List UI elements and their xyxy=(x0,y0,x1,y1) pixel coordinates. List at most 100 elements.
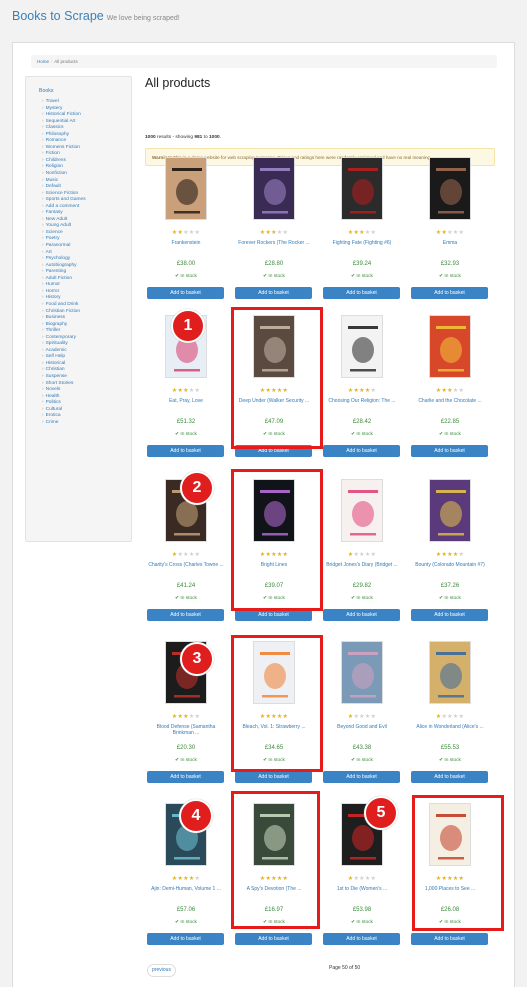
product-price: £51.32 xyxy=(176,419,196,425)
product-title-link[interactable]: Fighting Fate (Fighting #6) xyxy=(322,240,402,246)
results-total: 1000 xyxy=(145,135,156,140)
product-title-link[interactable]: Beyond Good and Evil xyxy=(322,724,402,730)
book-cover-image[interactable] xyxy=(341,157,383,220)
stock-text: In stock xyxy=(444,596,461,601)
add-to-basket-button[interactable]: Add to basket xyxy=(411,933,488,945)
product-price: £57.06 xyxy=(176,907,196,913)
stock-status: ✔ In stock xyxy=(234,274,314,279)
book-cover-image[interactable] xyxy=(429,479,471,542)
product-price: £39.24 xyxy=(352,261,372,267)
star-rating: ★★★★★ xyxy=(146,229,226,236)
highlight-box xyxy=(231,307,323,449)
product-title-link[interactable]: Forever Rockers (The Rocker ... xyxy=(234,240,314,246)
product-title-link[interactable]: Blood Defense (Samantha Brinkman ... xyxy=(146,724,226,737)
star-icon: ★ xyxy=(458,388,465,394)
book-cover-image[interactable] xyxy=(341,315,383,378)
sidebar-category-item[interactable]: Crime xyxy=(42,420,86,427)
product-card: ★★★★★ Charity's Cross (Charles Towne ... £… xyxy=(146,479,226,634)
add-to-basket-button[interactable]: Add to basket xyxy=(323,445,400,457)
stock-text: In stock xyxy=(444,274,461,279)
book-cover-image[interactable] xyxy=(429,315,471,378)
add-to-basket-button[interactable]: Add to basket xyxy=(323,609,400,621)
results-count: 1000 results - showing 981 to 1000. xyxy=(145,135,221,140)
add-to-basket-button[interactable]: Add to basket xyxy=(323,771,400,783)
sidebar-books-link[interactable]: Books xyxy=(39,88,53,95)
star-rating: ★★★★★ xyxy=(410,551,490,558)
stock-status: ✔ In stock xyxy=(322,920,402,925)
star-icon: ★ xyxy=(194,230,201,236)
product-title-link[interactable]: Charity's Cross (Charles Towne ... xyxy=(146,562,226,568)
sidebar-category-item[interactable]: Sports and Games xyxy=(42,197,86,204)
product-title-link[interactable]: Ajin: Demi-Human, Volume 1 ... xyxy=(146,886,226,892)
book-cover-image[interactable] xyxy=(165,157,207,220)
highlight-box xyxy=(412,795,504,931)
star-rating: ★★★★★ xyxy=(322,229,402,236)
product-title-link[interactable]: Eat, Pray, Love xyxy=(146,398,226,404)
book-cover-image[interactable] xyxy=(253,157,295,220)
site-header: Books to Scrape We love being scraped! xyxy=(0,0,527,40)
book-cover-image[interactable] xyxy=(429,157,471,220)
add-to-basket-button[interactable]: Add to basket xyxy=(411,609,488,621)
add-to-basket-button[interactable]: Add to basket xyxy=(411,771,488,783)
stock-text: In stock xyxy=(356,274,373,279)
product-price: £41.24 xyxy=(176,583,196,589)
add-to-basket-button[interactable]: Add to basket xyxy=(235,287,312,299)
add-to-basket-button[interactable]: Add to basket xyxy=(235,771,312,783)
product-card: ★★★★★ Choosing Our Religion: The ... £28.4… xyxy=(322,315,402,470)
previous-page-button[interactable]: previous xyxy=(147,964,176,977)
star-icon: ★ xyxy=(194,552,201,558)
add-to-basket-button[interactable]: Add to basket xyxy=(147,609,224,621)
stock-status: ✔ In stock xyxy=(410,432,490,437)
add-to-basket-button[interactable]: Add to basket xyxy=(147,933,224,945)
star-rating: ★★★★★ xyxy=(146,551,226,558)
brand-link[interactable]: Books to Scrape We love being scraped! xyxy=(12,9,180,23)
stock-text: In stock xyxy=(180,758,197,763)
product-title-link[interactable]: Charlie and the Chocolate ... xyxy=(410,398,490,404)
stock-status: ✔ In stock xyxy=(322,432,402,437)
results-text: results - showing xyxy=(155,135,195,140)
stock-text: In stock xyxy=(180,920,197,925)
product-card: ★★★★★ Bounty (Colorado Mountain #7) £37.26… xyxy=(410,479,490,634)
add-to-basket-button[interactable]: Add to basket xyxy=(323,287,400,299)
add-to-basket-button[interactable]: Add to basket xyxy=(411,287,488,299)
product-title-link[interactable]: Frankenstein xyxy=(146,240,226,246)
add-to-basket-button[interactable]: Add to basket xyxy=(147,771,224,783)
category-sidebar: Books TravelMysteryHistorical FictionSeq… xyxy=(25,76,132,542)
product-price: £37.26 xyxy=(440,583,460,589)
add-to-basket-button[interactable]: Add to basket xyxy=(323,933,400,945)
product-card: ★★★★★ Frankenstein £38.00 ✔ In stock Add to … xyxy=(146,157,226,312)
stock-status: ✔ In stock xyxy=(146,432,226,437)
star-icon: ★ xyxy=(458,552,465,558)
highlight-box xyxy=(231,791,320,929)
add-to-basket-button[interactable]: Add to basket xyxy=(411,445,488,457)
star-icon: ★ xyxy=(370,552,377,558)
add-to-basket-button[interactable]: Add to basket xyxy=(147,287,224,299)
stock-text: In stock xyxy=(356,432,373,437)
star-icon: ★ xyxy=(458,714,465,720)
star-rating: ★★★★★ xyxy=(410,387,490,394)
product-card: ★★★★★ Emma £32.93 ✔ In stock Add to basket xyxy=(410,157,490,312)
product-title-link[interactable]: Bounty (Colorado Mountain #7) xyxy=(410,562,490,568)
star-icon: ★ xyxy=(282,230,289,236)
star-rating: ★★★★★ xyxy=(146,875,226,882)
product-title-link[interactable]: Alice in Wonderland (Alice's ... xyxy=(410,724,490,730)
book-cover-image[interactable] xyxy=(341,641,383,704)
product-price: £28.42 xyxy=(352,419,372,425)
stock-text: In stock xyxy=(356,758,373,763)
product-title-link[interactable]: Choosing Our Religion: The ... xyxy=(322,398,402,404)
product-title-link[interactable]: 1st to Die (Women's ... xyxy=(322,886,402,892)
add-to-basket-button[interactable]: Add to basket xyxy=(147,445,224,457)
book-cover-image[interactable] xyxy=(341,479,383,542)
book-cover-image[interactable] xyxy=(429,641,471,704)
stock-text: In stock xyxy=(180,596,197,601)
annotation-badge: 1 xyxy=(171,309,205,343)
add-to-basket-button[interactable]: Add to basket xyxy=(235,933,312,945)
results-to-text: to xyxy=(202,135,210,140)
sidebar-category-item[interactable]: Historical Fiction xyxy=(42,112,86,119)
product-card: ★★★★★ Charlie and the Chocolate ... £22.85… xyxy=(410,315,490,470)
product-title-link[interactable]: Bridget Jones's Diary (Bridget ... xyxy=(322,562,402,568)
breadcrumb-home-link[interactable]: Home xyxy=(37,59,49,64)
star-rating: ★★★★★ xyxy=(322,875,402,882)
stock-status: ✔ In stock xyxy=(146,596,226,601)
product-title-link[interactable]: Emma xyxy=(410,240,490,246)
